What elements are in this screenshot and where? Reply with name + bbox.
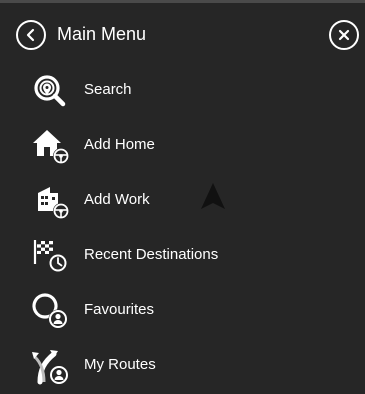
menu-item-label: Favourites [84, 301, 155, 318]
home-icon [33, 130, 69, 164]
menu-item-add-work[interactable]: Add Work [0, 173, 365, 228]
menu-list: Search Add Home Add Work Recent Destinat… [0, 63, 365, 393]
menu-item-my-routes[interactable]: My Routes [0, 338, 365, 393]
menu-item-favourites[interactable]: Favourites [0, 283, 365, 338]
close-icon [338, 29, 350, 41]
chevron-left-icon [26, 28, 35, 42]
main-menu-screen: Main Menu Search Add Home Add Work Recen… [0, 0, 365, 394]
menu-item-add-home[interactable]: Add Home [0, 118, 365, 173]
recent-destinations-icon [33, 240, 67, 272]
work-building-icon [38, 187, 69, 219]
header: Main Menu [0, 3, 365, 61]
back-button[interactable] [16, 20, 46, 50]
menu-item-recent-destinations[interactable]: Recent Destinations [0, 228, 365, 283]
page-title: Main Menu [57, 24, 147, 44]
favourites-icon [32, 293, 68, 329]
my-routes-icon [32, 350, 69, 385]
search-icon [34, 75, 66, 107]
close-button[interactable] [329, 20, 359, 50]
menu-item-label: My Routes [84, 356, 156, 373]
menu-item-label: Add Work [84, 191, 150, 208]
menu-item-label: Search [84, 81, 132, 98]
menu-item-search[interactable]: Search [0, 63, 365, 118]
menu-item-label: Add Home [84, 136, 155, 153]
menu-item-label: Recent Destinations [84, 246, 219, 263]
